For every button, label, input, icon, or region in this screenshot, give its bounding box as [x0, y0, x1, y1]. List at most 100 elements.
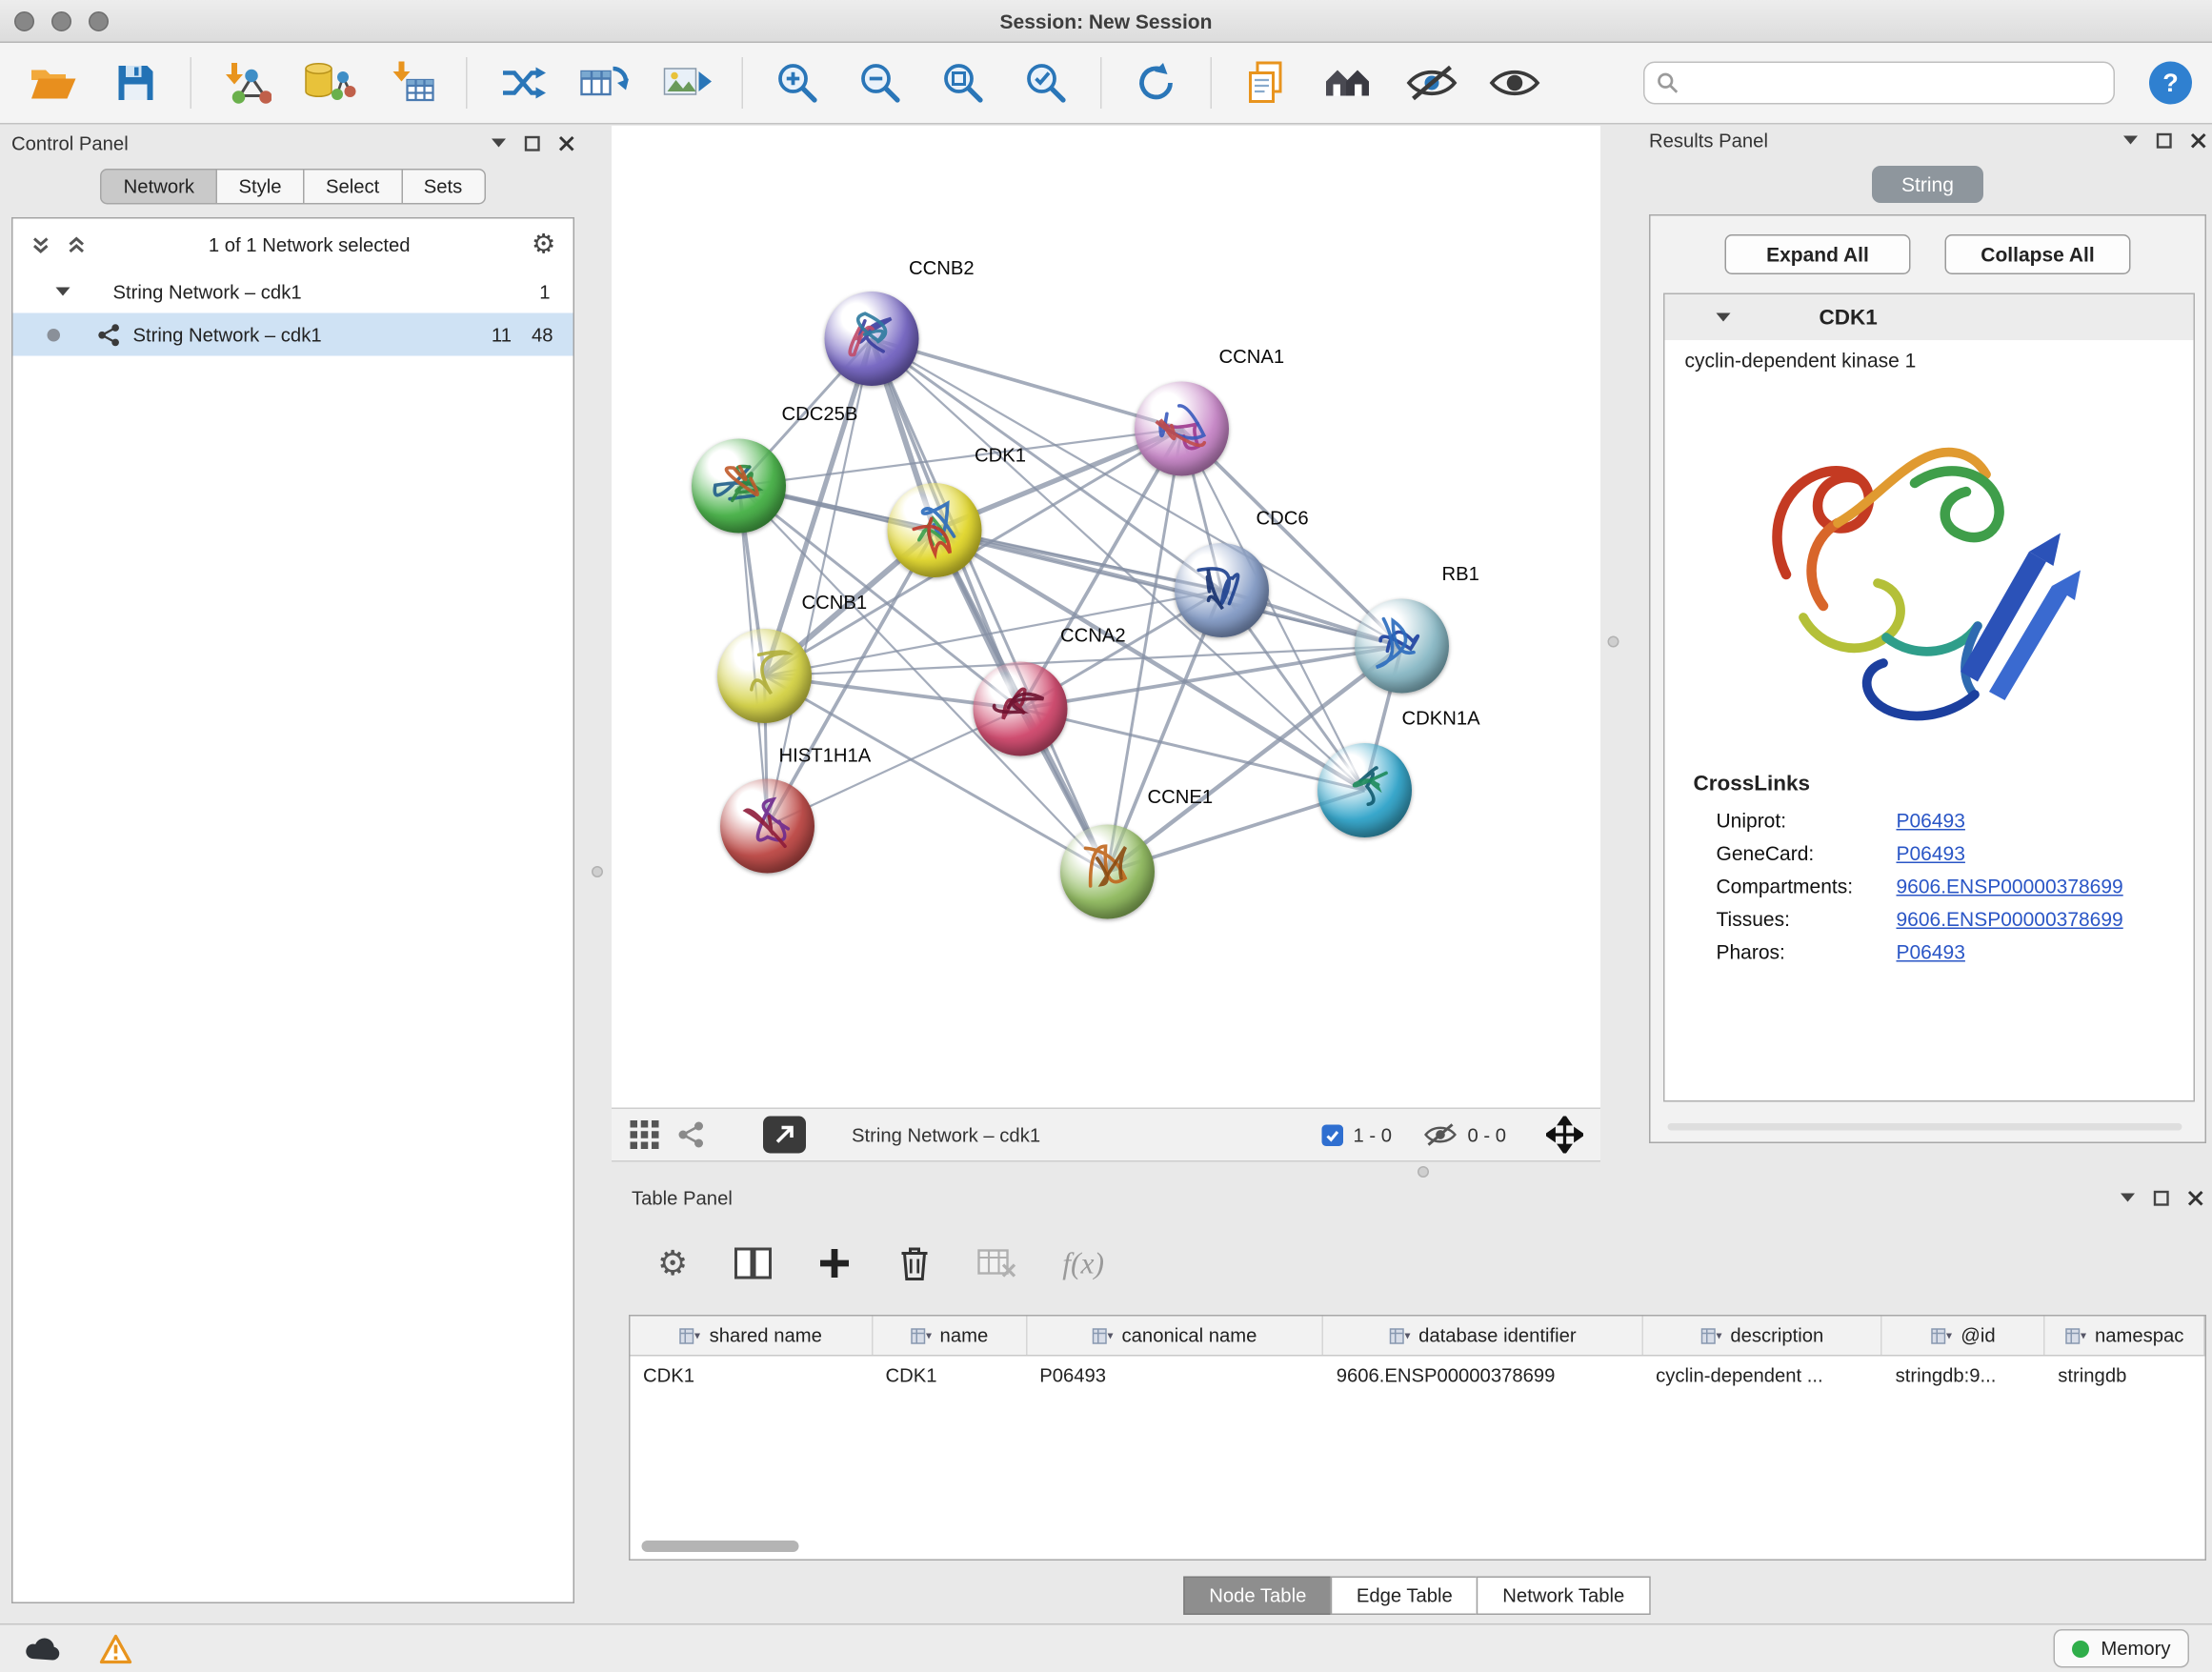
expand-all-icon[interactable] [66, 233, 88, 255]
tab-style[interactable]: Style [215, 169, 304, 205]
tab-string[interactable]: String [1872, 166, 1983, 203]
tab-network[interactable]: Network [101, 169, 217, 205]
column-header-database-identifier[interactable]: database identifier [1323, 1317, 1642, 1356]
close-panel-icon[interactable] [2191, 132, 2207, 149]
float-panel-icon[interactable] [2123, 136, 2138, 145]
save-session-button[interactable] [103, 50, 169, 116]
network-node-CDC6[interactable] [1175, 543, 1269, 637]
hidden-eye-slash-icon[interactable] [1423, 1122, 1458, 1148]
crosslink-link[interactable]: 9606.ENSP00000378699 [1897, 908, 2123, 931]
import-table-button[interactable] [379, 50, 445, 116]
table-cell[interactable]: cyclin-dependent ... [1643, 1357, 1883, 1396]
selected-count-checkbox[interactable] [1321, 1124, 1343, 1146]
column-header-name[interactable]: name [873, 1317, 1027, 1356]
column-header-description[interactable]: description [1643, 1317, 1883, 1356]
network-node-HIST1H1A[interactable] [720, 779, 814, 874]
show-columns-icon[interactable] [734, 1246, 771, 1280]
warning-icon[interactable] [99, 1633, 133, 1664]
gene-card-header[interactable]: CDK1 [1665, 294, 2194, 340]
grid-view-icon[interactable] [629, 1119, 660, 1151]
network-view-canvas[interactable]: CCNB2CCNA1CDC25BCDK1CDC6RB1CCNB1CCNA2CDK… [612, 126, 1600, 1108]
table-cell[interactable]: CDK1 [873, 1357, 1027, 1396]
network-edge[interactable] [872, 339, 1108, 873]
open-session-button[interactable] [20, 50, 86, 116]
clone-network-button[interactable] [489, 50, 554, 116]
network-edge[interactable] [1020, 709, 1365, 791]
birdseye-view-icon[interactable] [677, 1120, 706, 1149]
close-panel-icon[interactable] [2188, 1190, 2204, 1206]
left-splitter-handle[interactable] [592, 866, 603, 877]
tab-select[interactable]: Select [303, 169, 402, 205]
results-scrollbar[interactable] [1668, 1123, 2182, 1131]
network-node-CCNA2[interactable] [974, 662, 1068, 756]
zoom-fit-button[interactable] [931, 50, 996, 116]
crosslink-link[interactable]: P06493 [1897, 809, 1965, 832]
new-table-from-network-button[interactable] [572, 50, 637, 116]
column-header-namespac[interactable]: namespac [2045, 1317, 2205, 1356]
help-button[interactable]: ? [2149, 62, 2192, 105]
pan-move-icon[interactable] [1546, 1117, 1583, 1154]
network-node-CDK1[interactable] [888, 483, 982, 577]
bottom-splitter-handle[interactable] [1418, 1166, 1429, 1178]
close-panel-icon[interactable] [559, 135, 575, 151]
tab-sets[interactable]: Sets [401, 169, 486, 205]
network-node-CCNB2[interactable] [825, 292, 919, 386]
cloud-icon[interactable] [23, 1635, 62, 1662]
refresh-view-button[interactable] [1123, 50, 1189, 116]
table-cell[interactable]: stringdb [2045, 1357, 2205, 1396]
right-splitter-handle[interactable] [1608, 636, 1619, 648]
tab-node-table[interactable]: Node Table [1183, 1577, 1332, 1616]
network-collection-row[interactable]: String Network – cdk1 1 [13, 271, 573, 313]
delete-table-icon[interactable] [976, 1246, 1016, 1280]
tab-edge-table[interactable]: Edge Table [1331, 1577, 1478, 1616]
export-image-button[interactable] [654, 50, 720, 116]
delete-column-trash-icon[interactable] [896, 1245, 931, 1282]
crosslink-link[interactable]: P06493 [1897, 842, 1965, 865]
crosslink-link[interactable]: 9606.ENSP00000378699 [1897, 875, 2123, 897]
table-row[interactable]: CDK1CDK1P064939606.ENSP00000378699cyclin… [631, 1357, 2205, 1396]
import-network-file-button[interactable] [213, 50, 279, 116]
maximize-panel-icon[interactable] [2157, 132, 2173, 149]
zoom-in-button[interactable] [765, 50, 831, 116]
add-column-icon[interactable] [816, 1246, 851, 1280]
network-node-RB1[interactable] [1355, 599, 1449, 694]
memory-button[interactable]: Memory [2054, 1629, 2189, 1668]
maximize-panel-icon[interactable] [2154, 1190, 2170, 1206]
network-node-CCNA1[interactable] [1135, 382, 1229, 476]
maximize-panel-icon[interactable] [525, 135, 541, 151]
network-node-CCNB1[interactable] [717, 629, 812, 723]
table-cell[interactable]: P06493 [1027, 1357, 1323, 1396]
table-horizontal-scrollbar[interactable] [642, 1541, 799, 1552]
column-header--id[interactable]: @id [1882, 1317, 2045, 1356]
expand-all-button[interactable]: Expand All [1725, 234, 1911, 274]
zoom-out-button[interactable] [848, 50, 914, 116]
tab-network-table[interactable]: Network Table [1477, 1577, 1650, 1616]
float-panel-icon[interactable] [492, 139, 506, 148]
copy-document-button[interactable] [1234, 50, 1299, 116]
string-home-button[interactable] [1317, 50, 1382, 116]
table-options-gear-icon[interactable]: ⚙ [657, 1246, 688, 1280]
function-builder-button[interactable]: f(x) [1062, 1245, 1104, 1281]
import-network-database-button[interactable] [296, 50, 362, 116]
string-glass-toggle-button[interactable] [1399, 50, 1465, 116]
open-in-browser-button[interactable] [763, 1117, 806, 1154]
collapse-all-button[interactable]: Collapse All [1945, 234, 2131, 274]
network-node-CCNE1[interactable] [1060, 825, 1155, 919]
table-cell[interactable]: 9606.ENSP00000378699 [1323, 1357, 1642, 1396]
network-node-CDC25B[interactable] [692, 439, 786, 534]
column-header-canonical-name[interactable]: canonical name [1027, 1317, 1323, 1356]
network-row-selected[interactable]: String Network – cdk1 11 48 [13, 313, 573, 356]
table-cell[interactable]: CDK1 [631, 1357, 874, 1396]
search-input[interactable] [1688, 72, 2102, 94]
string-image-toggle-button[interactable] [1482, 50, 1548, 116]
zoom-selected-button[interactable] [1014, 50, 1079, 116]
network-edge[interactable] [935, 531, 1402, 647]
float-panel-icon[interactable] [2121, 1194, 2135, 1202]
tree-expander-icon[interactable] [56, 288, 70, 296]
crosslink-link[interactable]: P06493 [1897, 940, 1965, 963]
column-header-shared-name[interactable]: shared name [631, 1317, 874, 1356]
table-cell[interactable]: stringdb:9... [1882, 1357, 2045, 1396]
collapse-gene-icon[interactable] [1717, 313, 1731, 322]
collapse-all-icon[interactable] [30, 233, 52, 255]
network-options-gear-icon[interactable]: ⚙ [532, 231, 556, 258]
